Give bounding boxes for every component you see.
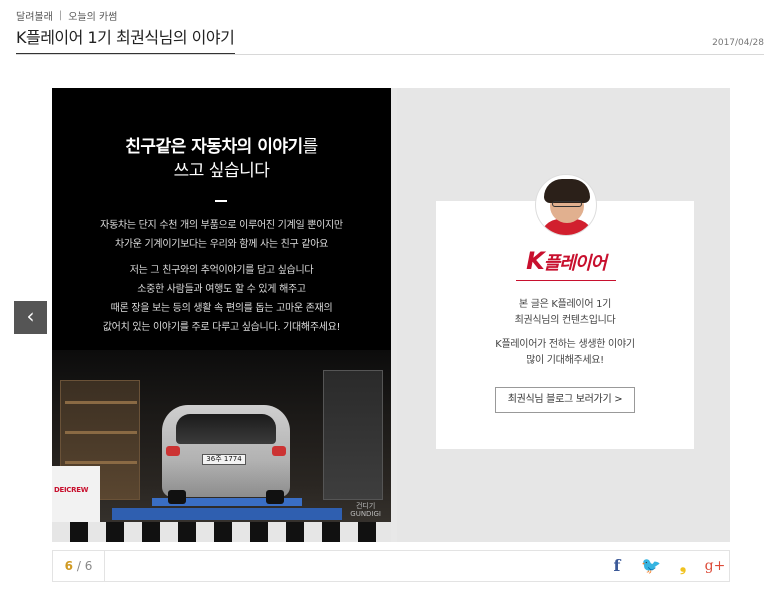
kakaostory-share-button[interactable]: ❟ — [667, 551, 699, 581]
garage-car-photo: DEICREW 36주 1774 건디기 GUNDIGI — [52, 350, 391, 542]
kakaostory-icon: ❟ — [679, 556, 687, 575]
author-card: K플레이어 본 글은 K플레이어 1기 최권식님의 컨텐츠입니다 K플레이어가 … — [436, 201, 694, 449]
car-rear-window — [176, 414, 276, 444]
twitter-share-button[interactable]: 🐦 — [635, 551, 667, 581]
car-tail-light-left — [166, 446, 180, 456]
post-date: 2017/04/28 — [712, 38, 764, 48]
slide-paragraph-line: 자동차는 단지 수천 개의 부품으로 이루어진 기계일 뿐이지만 — [100, 220, 343, 231]
slide-paragraph-1: 자동차는 단지 수천 개의 부품으로 이루어진 기계일 뿐이지만 차가운 기계이… — [52, 216, 391, 254]
car-tail-light-right — [272, 446, 286, 456]
chevron-left-icon: ‹ — [26, 304, 35, 328]
garage-banner-text: DEICREW — [54, 486, 89, 494]
slide-paragraph-2: 저는 그 친구와의 추억이야기를 담고 싶습니다 소중한 사람들과 여행도 할 … — [52, 261, 391, 337]
slide-pager: 6 / 6 — [53, 551, 105, 581]
slide-right-panel: K플레이어 본 글은 K플레이어 1기 최권식님의 컨텐츠입니다 K플레이어가 … — [397, 88, 730, 542]
card-text-line: 본 글은 K플레이어 1기 — [518, 299, 612, 310]
photo-watermark: 건디기 GUNDIGI — [350, 502, 381, 518]
car-wheel-left — [168, 490, 186, 504]
slide-headline-bold: 친구같은 자동차의 이야기 — [125, 137, 303, 157]
prev-slide-button[interactable]: ‹ — [14, 301, 47, 334]
car-wheel-right — [266, 490, 284, 504]
slide-paragraph-line: 차가운 기계이기보다는 우리와 함께 사는 친구 같아요 — [114, 239, 329, 250]
kplayer-logo-k: K — [526, 247, 545, 275]
page-title: K플레이어 1기 최권식님의 이야기 — [16, 28, 235, 47]
twitter-icon: 🐦 — [641, 556, 661, 575]
card-text-line: 최권식님의 컨텐츠입니다 — [514, 315, 616, 326]
slide-headline-line2: 쓰고 싶습니다 — [173, 161, 270, 181]
slide-headline: 친구같은 자동차의 이야기를 — [52, 132, 391, 157]
card-text-line: K플레이어가 전하는 생생한 이야기 — [495, 339, 635, 350]
garage-floor — [52, 522, 391, 542]
slide-headline-tail: 를 — [302, 137, 319, 157]
pager-current: 6 — [64, 559, 74, 573]
watermark-line: GUNDIGI — [350, 510, 381, 518]
facebook-icon: f — [613, 556, 621, 575]
card-text-line: 많이 기대해주세요! — [526, 355, 604, 366]
car-license-plate: 36주 1774 — [202, 454, 246, 465]
slide-viewer: 친구같은 자동차의 이야기를 쓰고 싶습니다 자동차는 단지 수천 개의 부품으… — [52, 88, 730, 542]
card-intro-text: 본 글은 K플레이어 1기 최권식님의 컨텐츠입니다 — [436, 297, 694, 329]
slide-left-panel: 친구같은 자동차의 이야기를 쓰고 싶습니다 자동차는 단지 수천 개의 부품으… — [52, 88, 391, 542]
garage-banner — [52, 466, 100, 522]
pager-separator: / — [73, 559, 85, 573]
breadcrumb-parent[interactable]: 달려볼래 — [16, 8, 53, 23]
header-divider — [16, 54, 764, 55]
logo-underline — [516, 280, 616, 281]
slide-paragraph-line: 소중한 사람들과 여행도 할 수 있게 해주고 — [137, 284, 306, 295]
breadcrumb-current[interactable]: 오늘의 카썸 — [68, 8, 117, 23]
visit-blog-button[interactable]: 최권식님 블로그 보러가기 > — [495, 387, 635, 413]
breadcrumb-separator: | — [58, 10, 63, 21]
kplayer-logo: K플레이어 — [516, 247, 616, 275]
kplayer-logo-text: 플레이어 — [543, 253, 607, 274]
slide-divider-dash — [215, 200, 227, 202]
card-message-text: K플레이어가 전하는 생생한 이야기 많이 기대해주세요! — [436, 337, 694, 369]
slide-paragraph-line: 저는 그 친구와의 추억이야기를 담고 싶습니다 — [129, 265, 314, 276]
slide-paragraph-line: 값어치 있는 이야기를 주로 다루고 싶습니다. 기대해주세요! — [102, 322, 341, 333]
breadcrumb: 달려볼래 | 오늘의 카썸 — [16, 8, 117, 23]
facebook-share-button[interactable]: f — [601, 551, 633, 581]
googleplus-share-button[interactable]: g+ — [699, 551, 731, 581]
car-lift-rail — [112, 508, 342, 520]
googleplus-icon: g+ — [704, 558, 726, 574]
author-avatar — [535, 174, 597, 236]
slide-paragraph-line: 때론 장을 보는 등의 생활 속 편의를 돕는 고마운 존재의 — [110, 303, 333, 314]
watermark-line: 건디기 — [355, 502, 376, 510]
pager-total: 6 — [84, 559, 93, 573]
slide-footer-bar: 6 / 6 f 🐦 ❟ g+ — [52, 550, 730, 582]
garage-shelf-right — [323, 370, 383, 500]
